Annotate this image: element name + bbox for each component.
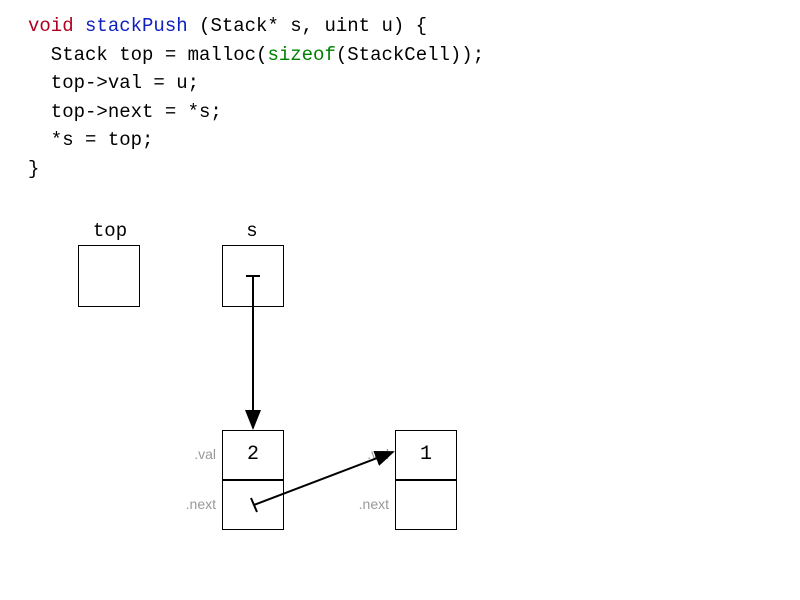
cell-right-next xyxy=(395,480,457,530)
cell-left-next xyxy=(222,480,284,530)
cell-right-value: 1 xyxy=(395,443,457,466)
label-top: top xyxy=(80,220,140,242)
memory-diagram: top s .val .next 2 .val .next 1 xyxy=(0,0,800,600)
field-label-val-right: .val xyxy=(343,446,389,462)
cell-left-value: 2 xyxy=(222,443,284,466)
box-top xyxy=(78,245,140,307)
field-label-next-left: .next xyxy=(170,496,216,512)
box-s xyxy=(222,245,284,307)
field-label-next-right: .next xyxy=(343,496,389,512)
label-s: s xyxy=(222,220,282,242)
field-label-val-left: .val xyxy=(170,446,216,462)
